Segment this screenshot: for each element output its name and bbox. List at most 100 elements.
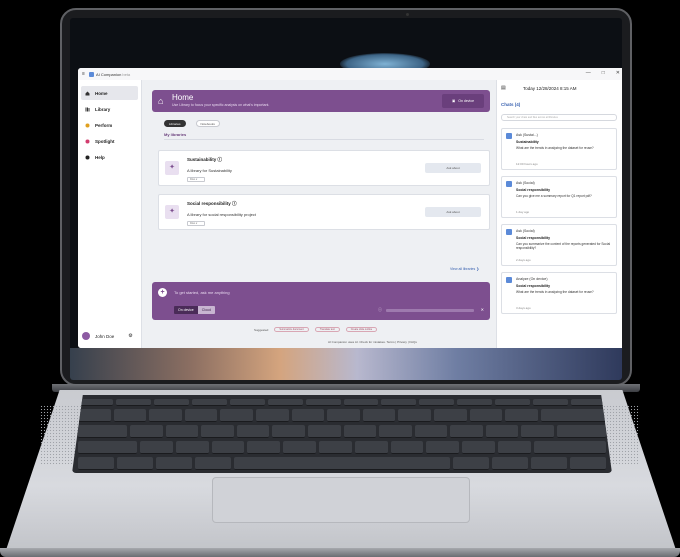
- function-key[interactable]: [343, 399, 379, 406]
- files-dropdown[interactable]: Files ▾: [187, 177, 205, 182]
- key[interactable]: [433, 409, 467, 422]
- gear-icon[interactable]: ⚙: [128, 333, 132, 339]
- library-card-social-responsibility[interactable]: ✦ Social responsibility ⓘ A library for …: [158, 194, 490, 230]
- function-key[interactable]: [305, 399, 341, 406]
- close-icon[interactable]: ✕: [481, 307, 484, 312]
- function-key[interactable]: [457, 399, 493, 406]
- function-key[interactable]: [419, 399, 455, 406]
- function-key[interactable]: [267, 399, 303, 406]
- function-key[interactable]: [381, 399, 417, 406]
- on-device-button[interactable]: ▣ On device: [442, 94, 484, 108]
- info-icon[interactable]: ⓘ: [218, 157, 223, 162]
- key[interactable]: [521, 425, 555, 438]
- menu-icon[interactable]: ≡: [82, 71, 87, 77]
- enter-key[interactable]: [533, 441, 606, 454]
- chat-item[interactable]: Ask (Social) Social responsibility Can y…: [501, 224, 617, 266]
- on-device-mode[interactable]: On device: [174, 306, 198, 314]
- function-key[interactable]: [153, 399, 189, 406]
- key[interactable]: [247, 441, 281, 454]
- key[interactable]: [256, 409, 289, 422]
- caps-key[interactable]: [78, 441, 138, 454]
- key[interactable]: [498, 441, 531, 454]
- key[interactable]: [531, 457, 567, 470]
- key[interactable]: [398, 409, 431, 422]
- user-profile[interactable]: John Doe ⚙: [82, 332, 133, 340]
- key[interactable]: [453, 457, 489, 470]
- key[interactable]: [469, 409, 503, 422]
- key[interactable]: [450, 425, 483, 438]
- function-key[interactable]: [191, 399, 227, 406]
- key[interactable]: [462, 441, 496, 454]
- maximize-button[interactable]: □: [602, 70, 605, 76]
- ask-box[interactable]: + To get started, ask me anything On dev…: [152, 282, 490, 320]
- minimize-button[interactable]: —: [586, 70, 591, 76]
- suggestion-chip[interactable]: Create slide outline: [345, 327, 378, 332]
- key[interactable]: [113, 409, 147, 422]
- key[interactable]: [492, 457, 528, 470]
- function-key[interactable]: [78, 399, 113, 406]
- key[interactable]: [291, 409, 325, 422]
- cloud-mode[interactable]: Cloud: [197, 306, 215, 314]
- key[interactable]: [327, 409, 360, 422]
- key[interactable]: [236, 425, 270, 438]
- ask-input[interactable]: To get started, ask me anything: [174, 290, 230, 295]
- function-key[interactable]: [115, 399, 151, 406]
- space-key[interactable]: [234, 457, 450, 470]
- suggestion-chip[interactable]: Summarize document: [274, 327, 309, 332]
- key[interactable]: [354, 441, 388, 454]
- function-key[interactable]: [495, 399, 531, 406]
- touchpad[interactable]: [212, 477, 470, 523]
- view-all-link[interactable]: View all libraries ❯: [450, 267, 479, 271]
- ask-about-button[interactable]: Ask about: [425, 207, 481, 217]
- key[interactable]: [149, 409, 182, 422]
- key[interactable]: [414, 425, 448, 438]
- key[interactable]: [184, 409, 218, 422]
- key[interactable]: [319, 441, 352, 454]
- suggestion-chip[interactable]: Translate text: [314, 327, 340, 332]
- key[interactable]: [140, 441, 173, 454]
- sidebar-item-spotlight[interactable]: Spotlight: [81, 134, 138, 148]
- key[interactable]: [117, 457, 153, 470]
- key[interactable]: [362, 409, 396, 422]
- files-dropdown[interactable]: Files ▾: [187, 221, 205, 226]
- key[interactable]: [390, 441, 424, 454]
- chat-item[interactable]: Ask (Social) Social responsibility Can y…: [501, 176, 617, 218]
- sidebar-item-home[interactable]: Home: [81, 86, 138, 100]
- key[interactable]: [78, 409, 111, 422]
- key[interactable]: [201, 425, 234, 438]
- key[interactable]: [211, 441, 245, 454]
- key[interactable]: [505, 409, 538, 422]
- key[interactable]: [78, 457, 114, 470]
- key[interactable]: [426, 441, 460, 454]
- key[interactable]: [129, 425, 163, 438]
- info-icon[interactable]: ⓘ: [232, 201, 237, 206]
- sidebar-item-help[interactable]: Help: [81, 150, 138, 164]
- add-icon[interactable]: +: [158, 288, 167, 297]
- key[interactable]: [220, 409, 253, 422]
- library-card-sustainability[interactable]: ✦ Sustainability ⓘ A library for Sustain…: [158, 150, 490, 186]
- chats-header[interactable]: Chats (4): [501, 102, 520, 107]
- ask-about-button[interactable]: Ask about: [425, 163, 481, 173]
- key[interactable]: [485, 425, 519, 438]
- tab-key[interactable]: [78, 425, 127, 438]
- function-key[interactable]: [571, 399, 606, 406]
- panel-toggle-icon[interactable]: ▤: [501, 85, 506, 91]
- key[interactable]: [343, 425, 377, 438]
- key[interactable]: [557, 425, 606, 438]
- backspace-key[interactable]: [540, 409, 606, 422]
- sidebar-item-library[interactable]: Library: [81, 102, 138, 116]
- libraries-pill[interactable]: Libraries: [164, 120, 186, 127]
- notebooks-pill[interactable]: Notebooks: [195, 120, 220, 127]
- key[interactable]: [272, 425, 305, 438]
- key[interactable]: [195, 457, 231, 470]
- chat-item[interactable]: Analyze (On device) Social responsibilit…: [501, 272, 617, 314]
- function-key[interactable]: [229, 399, 265, 406]
- key[interactable]: [570, 457, 606, 470]
- key[interactable]: [165, 425, 199, 438]
- key[interactable]: [379, 425, 412, 438]
- key[interactable]: [175, 441, 209, 454]
- key[interactable]: [283, 441, 317, 454]
- close-button[interactable]: ✕: [616, 70, 620, 76]
- sidebar-item-perform[interactable]: Perform: [81, 118, 138, 132]
- key[interactable]: [156, 457, 192, 470]
